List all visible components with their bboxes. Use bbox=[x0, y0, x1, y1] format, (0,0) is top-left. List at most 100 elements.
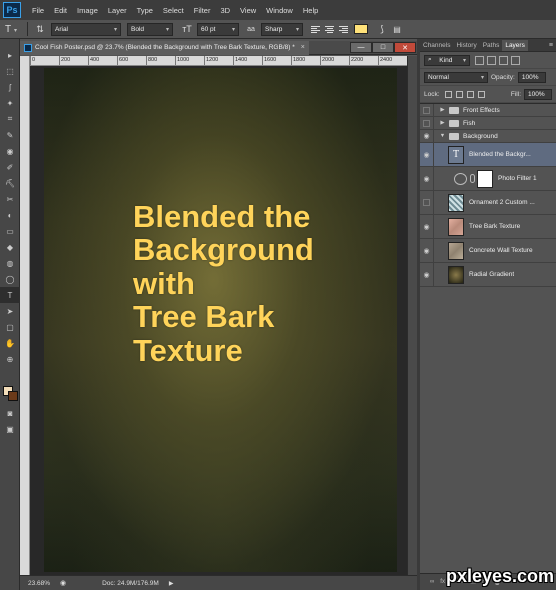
layer-photo-filter[interactable]: ◉ Photo Filter 1 bbox=[420, 167, 556, 191]
visibility-toggle[interactable]: ◉ bbox=[420, 167, 434, 190]
type-tool-icon[interactable]: T ▾ bbox=[0, 24, 22, 35]
font-style-select[interactable]: Bold ▾ bbox=[127, 22, 173, 36]
visibility-toggle[interactable] bbox=[420, 104, 434, 116]
layer-radial-gradient[interactable]: ◉ Radial Gradient bbox=[420, 263, 556, 287]
align-left-icon[interactable] bbox=[311, 24, 322, 35]
visibility-toggle[interactable] bbox=[420, 117, 434, 129]
quick-mask-icon[interactable]: ◙ bbox=[0, 405, 20, 421]
expand-arrow-icon[interactable]: ▶ bbox=[438, 107, 447, 113]
gradient-tool-icon[interactable]: ▭ bbox=[0, 223, 20, 239]
shape-filter-icon[interactable] bbox=[511, 55, 520, 65]
visibility-toggle[interactable]: ◉ bbox=[420, 130, 434, 142]
layer-ornament[interactable]: Ornament 2 Custom ... bbox=[420, 191, 556, 215]
magic-wand-tool-icon[interactable]: ✦ bbox=[0, 95, 20, 111]
shape-tool-icon[interactable]: ▢ bbox=[0, 319, 20, 335]
fx-icon[interactable]: fx bbox=[440, 579, 445, 585]
align-center-icon[interactable] bbox=[324, 24, 335, 35]
zoom-tool-icon[interactable]: ⊕ bbox=[0, 351, 20, 367]
tab-paths[interactable]: Paths bbox=[480, 40, 503, 51]
menu-select[interactable]: Select bbox=[158, 6, 189, 15]
status-menu-arrow-icon[interactable]: ▶ bbox=[169, 580, 174, 587]
tab-layers[interactable]: Layers bbox=[502, 40, 528, 51]
close-window-button[interactable]: ✕ bbox=[394, 42, 416, 53]
horizontal-ruler[interactable]: 0 200 400 600 800 1000 1200 1400 1600 18… bbox=[30, 56, 407, 66]
type-filter-icon[interactable] bbox=[499, 55, 508, 65]
brush-tool-icon[interactable]: ✐ bbox=[0, 159, 20, 175]
collapse-arrow-icon[interactable]: ▼ bbox=[438, 133, 447, 139]
lasso-tool-icon[interactable]: ʃ bbox=[0, 79, 20, 95]
menu-view[interactable]: View bbox=[235, 6, 261, 15]
vertical-scrollbar[interactable] bbox=[407, 56, 417, 575]
close-tab-icon[interactable]: × bbox=[301, 44, 305, 51]
screen-mode-icon[interactable]: ▣ bbox=[0, 421, 20, 437]
pixel-filter-icon[interactable] bbox=[475, 55, 484, 65]
eraser-tool-icon[interactable]: ◐ bbox=[0, 207, 20, 223]
hand-tool-icon[interactable]: ✋ bbox=[0, 335, 20, 351]
blend-mode-select[interactable]: Normal ▾ bbox=[424, 71, 488, 83]
clone-stamp-tool-icon[interactable]: ⛏ bbox=[0, 175, 20, 191]
font-family-select[interactable]: Arial ▾ bbox=[51, 22, 121, 36]
eyedropper-tool-icon[interactable]: ✎ bbox=[0, 127, 20, 143]
text-color-swatch[interactable] bbox=[354, 24, 368, 34]
filter-kind-select[interactable]: ⌕ Kind ▾ bbox=[424, 54, 470, 66]
layer-text-blended[interactable]: ◉ T Blended the Backgr... bbox=[420, 143, 556, 167]
menu-filter[interactable]: Filter bbox=[189, 6, 216, 15]
visibility-toggle[interactable] bbox=[420, 191, 434, 214]
anti-alias-select[interactable]: Sharp ▾ bbox=[261, 22, 303, 36]
panel-menu-icon[interactable]: ≡ bbox=[546, 40, 556, 51]
layer-group-background[interactable]: ◉ ▼ Background bbox=[420, 130, 556, 143]
vertical-ruler[interactable] bbox=[20, 56, 30, 575]
layer-concrete-wall[interactable]: ◉ Concrete Wall Texture bbox=[420, 239, 556, 263]
zoom-level[interactable]: 23.68% bbox=[20, 580, 60, 587]
menu-bar: Ps File Edit Image Layer Type Select Fil… bbox=[0, 0, 556, 20]
tab-history[interactable]: History bbox=[453, 40, 479, 51]
type-orientation-icon[interactable]: ⇅ bbox=[33, 24, 47, 35]
healing-brush-tool-icon[interactable]: ◉ bbox=[0, 143, 20, 159]
link-icon[interactable]: ∞ bbox=[430, 579, 434, 585]
document-tab[interactable]: Cool Fish Poster.psd @ 23.7% (Blended th… bbox=[20, 40, 309, 55]
lock-pixels-icon[interactable] bbox=[455, 90, 463, 98]
menu-image[interactable]: Image bbox=[72, 6, 103, 15]
pen-tool-icon[interactable]: ◯ bbox=[0, 271, 20, 287]
path-selection-tool-icon[interactable]: ➤ bbox=[0, 303, 20, 319]
visibility-toggle[interactable]: ◉ bbox=[420, 215, 434, 238]
layer-group-front-effects[interactable]: ▶ Front Effects bbox=[420, 104, 556, 117]
opacity-field[interactable]: 100% bbox=[517, 71, 546, 83]
menu-help[interactable]: Help bbox=[298, 6, 323, 15]
menu-file[interactable]: File bbox=[27, 6, 49, 15]
move-tool-icon[interactable]: ▸ bbox=[0, 47, 20, 63]
background-color-swatch[interactable] bbox=[8, 391, 18, 401]
lock-all-icon[interactable] bbox=[477, 90, 485, 98]
visibility-toggle[interactable]: ◉ bbox=[420, 263, 434, 286]
tab-channels[interactable]: Channels bbox=[420, 40, 453, 51]
lock-transparency-icon[interactable] bbox=[444, 90, 452, 98]
dodge-tool-icon[interactable]: ◍ bbox=[0, 255, 20, 271]
menu-window[interactable]: Window bbox=[261, 6, 298, 15]
poster-artwork[interactable]: Blended the Background with Tree Bark Te… bbox=[44, 68, 397, 572]
warp-text-icon[interactable]: ⟆ bbox=[374, 24, 390, 35]
marquee-tool-icon[interactable]: ⬚ bbox=[0, 63, 20, 79]
align-right-icon[interactable] bbox=[337, 24, 348, 35]
lock-position-icon[interactable] bbox=[466, 90, 474, 98]
blur-tool-icon[interactable]: ◆ bbox=[0, 239, 20, 255]
expand-arrow-icon[interactable]: ▶ bbox=[438, 120, 447, 126]
adjustment-filter-icon[interactable] bbox=[487, 55, 496, 65]
maximize-button[interactable]: □ bbox=[372, 42, 394, 53]
history-brush-tool-icon[interactable]: ✂ bbox=[0, 191, 20, 207]
crop-tool-icon[interactable]: ⌗ bbox=[0, 111, 20, 127]
minimize-button[interactable]: — bbox=[350, 42, 372, 53]
menu-layer[interactable]: Layer bbox=[103, 6, 132, 15]
poster-headline[interactable]: Blended the Background with Tree Bark Te… bbox=[133, 200, 314, 368]
menu-edit[interactable]: Edit bbox=[49, 6, 72, 15]
type-tool-icon[interactable]: T bbox=[0, 287, 20, 303]
character-panel-icon[interactable]: ▤ bbox=[390, 25, 404, 34]
status-info-icon[interactable]: ◉ bbox=[60, 579, 66, 587]
visibility-toggle[interactable]: ◉ bbox=[420, 239, 434, 262]
layer-tree-bark[interactable]: ◉ Tree Bark Texture bbox=[420, 215, 556, 239]
visibility-toggle[interactable]: ◉ bbox=[420, 143, 434, 166]
menu-3d[interactable]: 3D bbox=[215, 6, 235, 15]
menu-type[interactable]: Type bbox=[132, 6, 158, 15]
fill-field[interactable]: 100% bbox=[524, 88, 552, 100]
layer-group-fish[interactable]: ▶ Fish bbox=[420, 117, 556, 130]
font-size-select[interactable]: 60 pt ▾ bbox=[197, 22, 239, 36]
